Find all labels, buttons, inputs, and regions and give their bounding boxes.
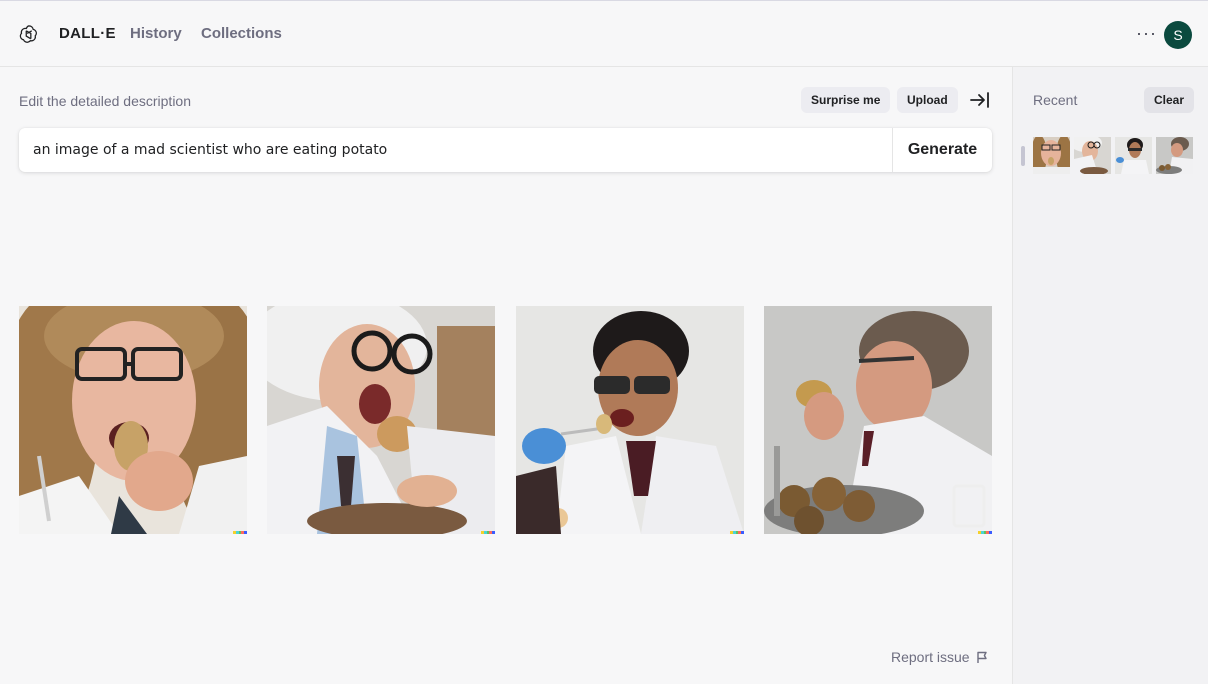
more-horizontal-icon[interactable]: ···	[1136, 23, 1157, 43]
watermark	[481, 531, 495, 534]
generate-button[interactable]: Generate	[892, 128, 992, 172]
openai-logo-icon[interactable]	[18, 23, 40, 45]
result-image[interactable]	[516, 306, 744, 534]
recent-thumbnails	[1033, 137, 1193, 174]
collapse-sidebar-icon[interactable]	[970, 91, 990, 109]
recent-thumbnail[interactable]	[1156, 137, 1193, 174]
recent-thumbnail[interactable]	[1115, 137, 1152, 174]
top-bar: DALL·E History Collections ··· S	[0, 0, 1208, 67]
recent-thumbnail[interactable]	[1074, 137, 1111, 174]
result-image[interactable]	[764, 306, 992, 534]
main-area: Edit the detailed description Surprise m…	[0, 67, 1013, 684]
brand-title[interactable]: DALL·E	[59, 25, 116, 42]
recent-sidebar: Recent Clear	[1012, 67, 1208, 684]
watermark	[730, 531, 744, 534]
watermark	[233, 531, 247, 534]
nav-history[interactable]: History	[130, 25, 182, 42]
result-image[interactable]	[19, 306, 247, 534]
recent-label: Recent	[1033, 92, 1078, 108]
nav-collections[interactable]: Collections	[201, 25, 282, 42]
upload-button[interactable]: Upload	[897, 87, 958, 113]
description-label: Edit the detailed description	[19, 93, 191, 109]
result-image[interactable]	[267, 306, 495, 534]
scroll-handle[interactable]	[1021, 146, 1025, 166]
flag-icon	[976, 651, 987, 663]
report-issue-label: Report issue	[891, 649, 970, 665]
surprise-me-button[interactable]: Surprise me	[801, 87, 891, 113]
recent-thumbnail[interactable]	[1033, 137, 1070, 174]
avatar[interactable]: S	[1164, 21, 1192, 49]
watermark	[978, 531, 992, 534]
result-grid	[19, 306, 992, 534]
prompt-input[interactable]	[33, 128, 873, 172]
prompt-box: Generate	[19, 128, 992, 172]
report-issue-link[interactable]: Report issue	[891, 649, 988, 665]
clear-button[interactable]: Clear	[1144, 87, 1195, 113]
